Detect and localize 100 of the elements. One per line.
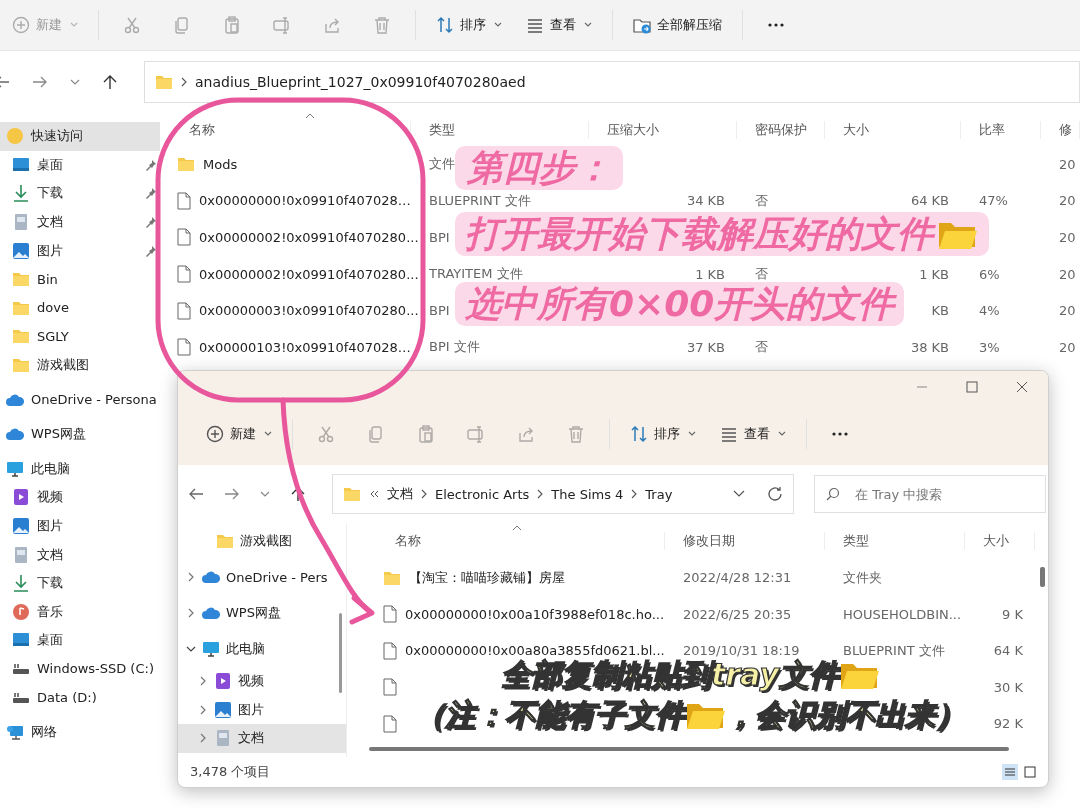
file-name: 0x00000002!0x09910f4070280...: [199, 266, 419, 282]
sort-button[interactable]: 排序: [426, 8, 512, 42]
column-header[interactable]: 类型: [825, 532, 965, 551]
maximize-icon[interactable]: [966, 381, 978, 393]
sidebar-item[interactable]: dove: [0, 293, 160, 323]
file-icon: [177, 191, 191, 210]
file-icon: [177, 301, 191, 320]
sidebar-item[interactable]: 游戏截图: [0, 350, 160, 380]
column-header[interactable]: 大小: [965, 532, 1035, 551]
sidebar-item[interactable]: 文档: [0, 207, 160, 237]
sidebar-item[interactable]: 视频: [0, 483, 160, 512]
sidebar-item[interactable]: Bin: [0, 264, 160, 294]
back-icon[interactable]: [188, 487, 204, 501]
tree-item[interactable]: 游戏截图: [178, 523, 346, 559]
forward-icon[interactable]: [224, 487, 240, 501]
item-count: 3,478 个项目: [190, 763, 271, 781]
sidebar-item[interactable]: WPS网盘: [0, 419, 160, 449]
column-header[interactable]: 名称: [377, 532, 665, 551]
tree-item[interactable]: 此电脑: [178, 631, 346, 667]
sidebar-item[interactable]: OneDrive - Persona: [0, 385, 160, 414]
breadcrumb-item[interactable]: The Sims 4: [551, 486, 624, 502]
breadcrumb-item[interactable]: Tray: [645, 486, 673, 502]
music-icon: [12, 602, 30, 621]
sidebar-item[interactable]: 桌面: [0, 626, 160, 655]
forward-icon[interactable]: [32, 75, 48, 89]
sidebar-item[interactable]: 音乐: [0, 597, 160, 627]
table-cell: 20: [1059, 230, 1076, 245]
table-cell: 2022/4/28 12:31: [683, 570, 792, 586]
details-view-button[interactable]: [1002, 764, 1018, 780]
sidebar-item[interactable]: 此电脑: [0, 454, 160, 484]
file-icon: [383, 605, 397, 624]
table-cell: 34 KB: [686, 193, 725, 209]
column-header[interactable]: 大小: [825, 120, 961, 139]
vertical-scrollbar[interactable]: [1040, 567, 1045, 587]
file-name: 0x00000000!0x00a10f3988ef018c.ho...: [405, 606, 665, 622]
breadcrumb-item[interactable]: Electronic Arts: [435, 486, 530, 502]
table-cell: 64 KB: [910, 193, 949, 209]
file-icon: [383, 714, 397, 733]
up-icon[interactable]: [102, 74, 118, 90]
column-header[interactable]: 比率: [961, 120, 1041, 139]
download-icon: [12, 574, 30, 593]
chevron-right-icon: [181, 77, 187, 87]
list-icon: [720, 425, 738, 443]
table-cell: 否: [755, 191, 768, 210]
picture-icon: [12, 517, 30, 535]
caption-text: 全部复制粘贴到tray文件: [501, 657, 839, 693]
sidebar-item[interactable]: Windows-SSD (C:): [0, 654, 160, 684]
chevron-down-icon[interactable]: [733, 490, 745, 498]
file-icon: [177, 338, 191, 357]
file-name: 0x00000000!0x09910f407028…: [199, 193, 411, 209]
column-header[interactable]: 压缩大小: [589, 120, 737, 139]
plus-icon: [12, 16, 30, 34]
tiles-view-button[interactable]: [1022, 764, 1038, 780]
refresh-icon[interactable]: [767, 486, 783, 502]
sort-button[interactable]: 排序: [620, 417, 706, 451]
sort-caret-icon: [305, 113, 315, 119]
tree-item[interactable]: OneDrive - Pers: [178, 559, 346, 595]
sidebar-item[interactable]: 文档: [0, 540, 160, 569]
view-button[interactable]: 查看: [516, 8, 602, 42]
table-cell: 37 KB: [686, 339, 725, 355]
tree-item[interactable]: WPS网盘: [178, 595, 346, 631]
column-header[interactable]: 修改日期: [665, 532, 825, 551]
clipboard-icon: [223, 16, 241, 34]
sidebar-item[interactable]: SGLY: [0, 322, 160, 351]
sidebar-item[interactable]: 图片: [0, 236, 160, 265]
close-icon[interactable]: [1016, 381, 1028, 393]
file-name: Mods: [203, 156, 238, 172]
table-cell: 否: [755, 338, 768, 357]
column-header[interactable]: 修: [1041, 120, 1080, 139]
search-field[interactable]: 在 Tray 中搜索: [814, 475, 1046, 513]
sidebar-item[interactable]: 图片: [0, 511, 160, 541]
column-header[interactable]: 名称: [171, 120, 411, 139]
tree-item[interactable]: 文档: [178, 724, 346, 753]
annotation-text: 选中所有0×00开头的文件: [465, 286, 895, 322]
horizontal-scrollbar[interactable]: [369, 747, 1009, 751]
file-name: 0x00000002!0x09910f4070280...: [199, 230, 419, 245]
sidebar-item[interactable]: 桌面: [0, 150, 160, 180]
address-bar[interactable]: 文档 Electronic Arts The Sims 4 Tray: [332, 474, 794, 514]
column-header[interactable]: 类型: [411, 120, 589, 139]
folder-icon: [383, 569, 401, 586]
video-icon: [214, 672, 232, 691]
table-cell: 3%: [979, 339, 1000, 355]
chevron-right-icon: [421, 489, 427, 499]
sidebar-item[interactable]: 快速访问: [0, 122, 160, 151]
address-bar[interactable]: anadius_Blueprint_1027_0x09910f4070280aed: [144, 61, 1080, 103]
sidebar-item[interactable]: 网络: [0, 717, 160, 747]
sort-icon: [630, 425, 648, 443]
table-cell: KB: [931, 303, 949, 319]
sidebar-item[interactable]: 下载: [0, 568, 160, 598]
extract-button[interactable]: 全部解压缩: [623, 8, 732, 42]
document-icon: [12, 213, 30, 232]
new-button[interactable]: 新建: [196, 417, 282, 451]
view-button[interactable]: 查看: [710, 417, 796, 451]
tree-item[interactable]: 视频: [178, 667, 346, 696]
tree-item[interactable]: 图片: [178, 695, 346, 724]
column-header[interactable]: 密码保护: [737, 120, 825, 139]
sidebar-item[interactable]: Data (D:): [0, 683, 160, 712]
sidebar-item[interactable]: 下载: [0, 179, 160, 208]
breadcrumb-item[interactable]: 文档: [387, 485, 413, 503]
chevron-right-icon: [537, 489, 544, 499]
